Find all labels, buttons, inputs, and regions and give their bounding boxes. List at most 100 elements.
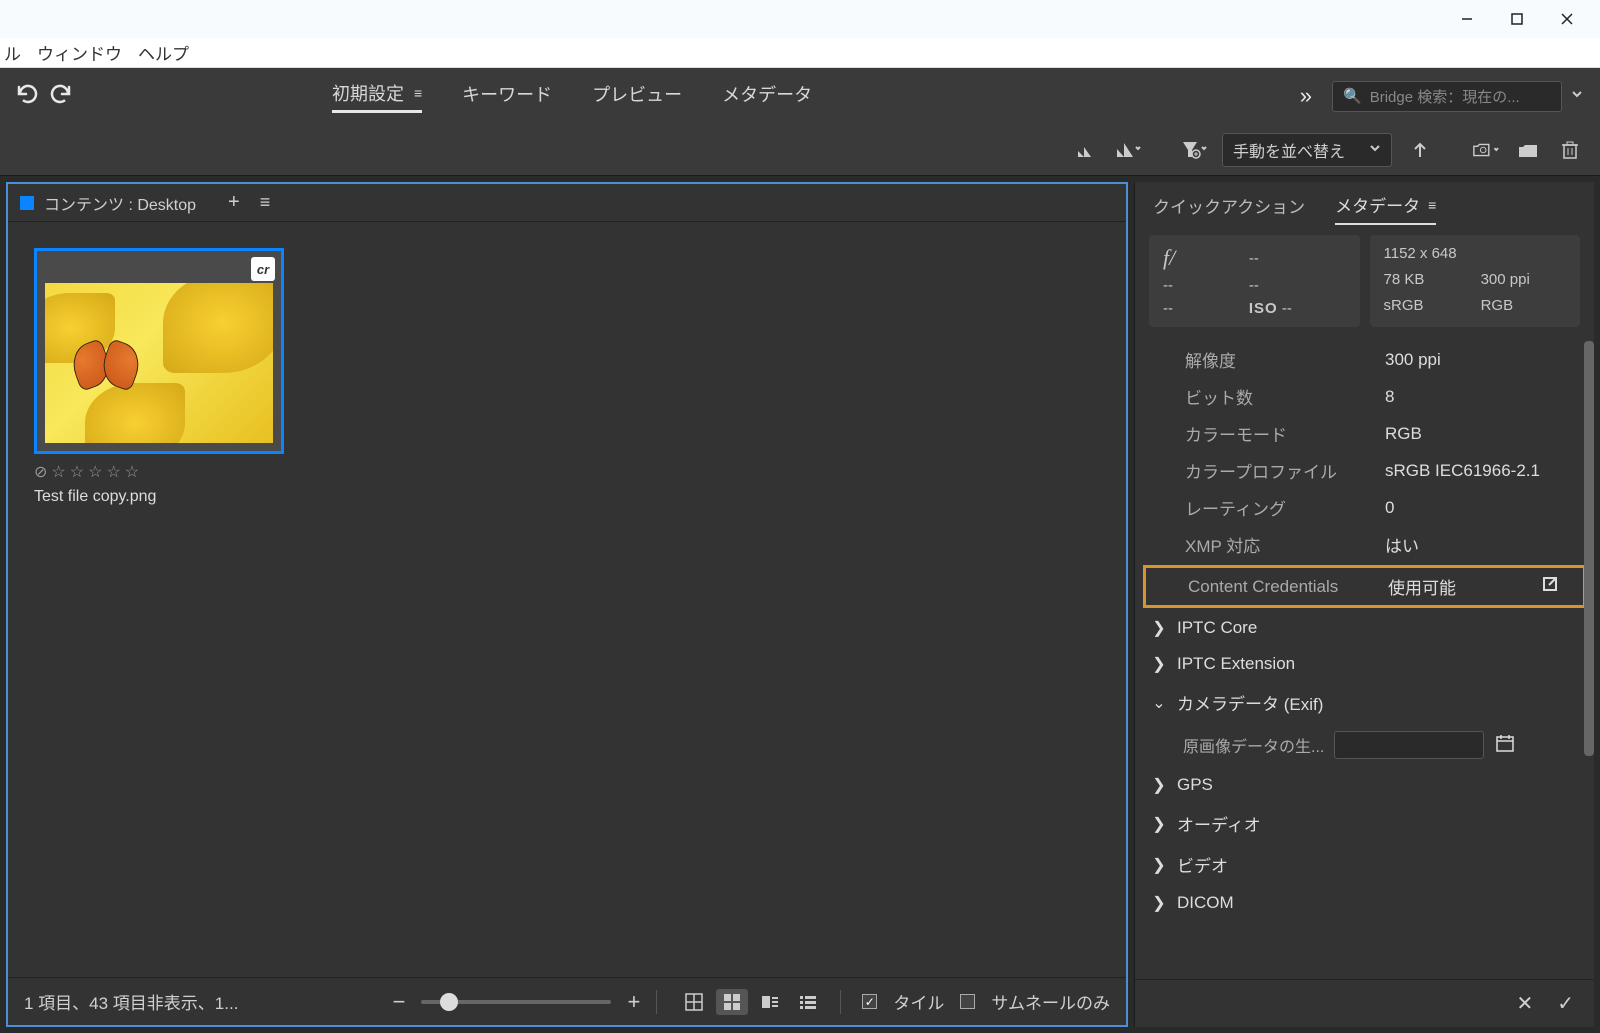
tab-preview[interactable]: プレビュー bbox=[592, 80, 682, 113]
rating-stars[interactable]: ⊘ ☆ ☆ ☆ ☆ ☆ bbox=[34, 462, 284, 482]
aperture-label: f/ bbox=[1163, 245, 1229, 271]
meta-label: Content Credentials bbox=[1188, 577, 1388, 597]
thumbnail-size-small-icon[interactable] bbox=[1072, 136, 1100, 164]
cancel-icon[interactable]: ✕ bbox=[1516, 991, 1533, 1016]
metadata-footer: ✕ ✓ bbox=[1135, 979, 1594, 1027]
meta-value: 8 bbox=[1385, 387, 1570, 407]
scrollbar[interactable] bbox=[1584, 341, 1594, 756]
search-dropdown-chevron-icon[interactable] bbox=[1570, 87, 1584, 106]
menubar: ル ウィンドウ ヘルプ bbox=[0, 38, 1600, 68]
status-text: 1 項目、43 項目非表示、1... bbox=[24, 989, 238, 1014]
tools-toolbar: 手動を並べ替え bbox=[0, 124, 1600, 176]
menu-item-help[interactable]: ヘルプ bbox=[138, 40, 189, 65]
chevron-right-icon: ❯ bbox=[1151, 618, 1167, 638]
meta-value: 使用可能 bbox=[1388, 574, 1541, 599]
content-panel-header: コンテンツ : Desktop + ≡ bbox=[8, 184, 1126, 222]
window-titlebar bbox=[0, 0, 1600, 38]
star-icon[interactable]: ☆ bbox=[70, 462, 84, 482]
thumbnail-size-large-icon[interactable] bbox=[1114, 136, 1142, 164]
group-gps[interactable]: ❯GPS bbox=[1135, 767, 1594, 803]
content-footer: 1 項目、43 項目非表示、1... − + タイル サムネールのみ bbox=[8, 977, 1126, 1025]
zoom-in-icon[interactable]: + bbox=[627, 989, 640, 1015]
chevron-right-icon: ❯ bbox=[1151, 893, 1167, 913]
thumbnail-item[interactable]: cr ⊘ ☆ ☆ ☆ ☆ ☆ bbox=[34, 248, 284, 506]
awb-value: -- bbox=[1249, 277, 1346, 294]
group-iptc-extension[interactable]: ❯IPTC Extension bbox=[1135, 646, 1594, 682]
exif-original-date-field: 原画像データの生... bbox=[1135, 723, 1594, 767]
content-credentials-row[interactable]: Content Credentials 使用可能 bbox=[1143, 565, 1586, 608]
aperture-value: -- bbox=[1163, 277, 1229, 294]
menu-item-window[interactable]: ウィンドウ bbox=[37, 40, 122, 65]
exif-date-input[interactable] bbox=[1334, 731, 1484, 759]
tab-quick-actions[interactable]: クイックアクション bbox=[1153, 192, 1305, 225]
filesize-value: 78 KB bbox=[1384, 271, 1461, 291]
content-body[interactable]: cr ⊘ ☆ ☆ ☆ ☆ ☆ bbox=[8, 222, 1126, 977]
search-input[interactable]: 🔍 Bridge 検索：現在の... bbox=[1332, 81, 1562, 112]
meta-label: レーティング bbox=[1185, 495, 1385, 520]
calendar-icon[interactable] bbox=[1494, 732, 1516, 759]
close-button[interactable] bbox=[1542, 3, 1592, 35]
star-icon[interactable]: ☆ bbox=[106, 462, 120, 482]
chevron-right-icon: ❯ bbox=[1151, 814, 1167, 834]
main-toolbar: 初期設定≡ キーワード プレビュー メタデータ » 🔍 Bridge 検索：現在… bbox=[0, 68, 1600, 124]
metadata-panel: クイックアクション メタデータ≡ f/-- ---- --ISO -- 1152… bbox=[1134, 182, 1594, 1027]
group-dicom[interactable]: ❯DICOM bbox=[1135, 885, 1594, 921]
add-tab-icon[interactable]: + bbox=[228, 191, 240, 214]
search-icon: 🔍 bbox=[1343, 87, 1362, 105]
dimensions-value: 1152 x 648 bbox=[1384, 245, 1567, 265]
tile-checkbox[interactable] bbox=[862, 994, 877, 1009]
panel-menu-icon[interactable]: ≡ bbox=[260, 192, 271, 213]
group-video[interactable]: ❯ビデオ bbox=[1135, 844, 1594, 885]
tab-default-settings[interactable]: 初期設定≡ bbox=[332, 80, 422, 113]
meta-label: カラーモード bbox=[1185, 421, 1385, 446]
star-icon[interactable]: ☆ bbox=[88, 462, 102, 482]
content-panel: コンテンツ : Desktop + ≡ cr bbox=[6, 182, 1128, 1027]
open-recent-icon[interactable] bbox=[1472, 136, 1500, 164]
star-icon[interactable]: ☆ bbox=[125, 462, 139, 482]
tab-keywords[interactable]: キーワード bbox=[462, 80, 552, 113]
sort-dropdown[interactable]: 手動を並べ替え bbox=[1222, 133, 1392, 167]
apply-icon[interactable]: ✓ bbox=[1557, 991, 1574, 1016]
ppi-value: 300 ppi bbox=[1481, 271, 1566, 291]
search-placeholder: Bridge 検索：現在の... bbox=[1370, 86, 1520, 107]
filter-icon[interactable] bbox=[1180, 136, 1208, 164]
camera-summary: f/-- ---- --ISO -- 1152 x 648 78 KB300 p… bbox=[1135, 225, 1594, 341]
more-icon[interactable]: » bbox=[1300, 83, 1312, 109]
meta-value: 300 ppi bbox=[1385, 350, 1570, 370]
zoom-out-icon[interactable]: − bbox=[393, 989, 406, 1015]
tab-metadata[interactable]: メタデータ bbox=[722, 80, 812, 113]
meta-value: はい bbox=[1385, 532, 1570, 557]
redo-icon[interactable] bbox=[48, 82, 72, 111]
iso-value: -- bbox=[1282, 300, 1292, 317]
minimize-button[interactable] bbox=[1442, 3, 1492, 35]
meta-label: ビット数 bbox=[1185, 384, 1385, 409]
external-link-icon[interactable] bbox=[1541, 575, 1559, 598]
thumbnail-image bbox=[45, 283, 273, 443]
zoom-slider[interactable] bbox=[421, 1000, 611, 1004]
group-audio[interactable]: ❯オーディオ bbox=[1135, 803, 1594, 844]
meta-label: 解像度 bbox=[1185, 347, 1385, 372]
delete-icon[interactable] bbox=[1556, 136, 1584, 164]
tab-metadata-panel[interactable]: メタデータ≡ bbox=[1335, 192, 1436, 225]
chevron-down-icon: ⌄ bbox=[1151, 693, 1167, 713]
menu-item-truncated[interactable]: ル bbox=[4, 40, 21, 65]
view-grid-icon[interactable] bbox=[678, 989, 710, 1015]
view-list-icon[interactable] bbox=[792, 989, 824, 1015]
sort-ascending-icon[interactable] bbox=[1406, 136, 1434, 164]
content-credentials-badge-icon: cr bbox=[251, 257, 275, 281]
view-thumbnails-icon[interactable] bbox=[716, 989, 748, 1015]
meta-label: カラープロファイル bbox=[1185, 458, 1385, 483]
undo-icon[interactable] bbox=[16, 82, 40, 111]
content-panel-title: コンテンツ : Desktop bbox=[44, 191, 196, 215]
thumbnail-filename: Test file copy.png bbox=[34, 488, 284, 506]
meta-label: XMP 対応 bbox=[1185, 532, 1385, 557]
view-details-icon[interactable] bbox=[754, 989, 786, 1015]
thumbnail-only-checkbox[interactable] bbox=[960, 994, 975, 1009]
star-icon[interactable]: ☆ bbox=[51, 462, 65, 482]
reject-icon[interactable]: ⊘ bbox=[34, 462, 47, 482]
maximize-button[interactable] bbox=[1492, 3, 1542, 35]
group-iptc-core[interactable]: ❯IPTC Core bbox=[1135, 610, 1594, 646]
shutter-value: -- bbox=[1249, 250, 1346, 267]
new-folder-icon[interactable] bbox=[1514, 136, 1542, 164]
group-camera-data[interactable]: ⌄カメラデータ (Exif) bbox=[1135, 682, 1594, 723]
